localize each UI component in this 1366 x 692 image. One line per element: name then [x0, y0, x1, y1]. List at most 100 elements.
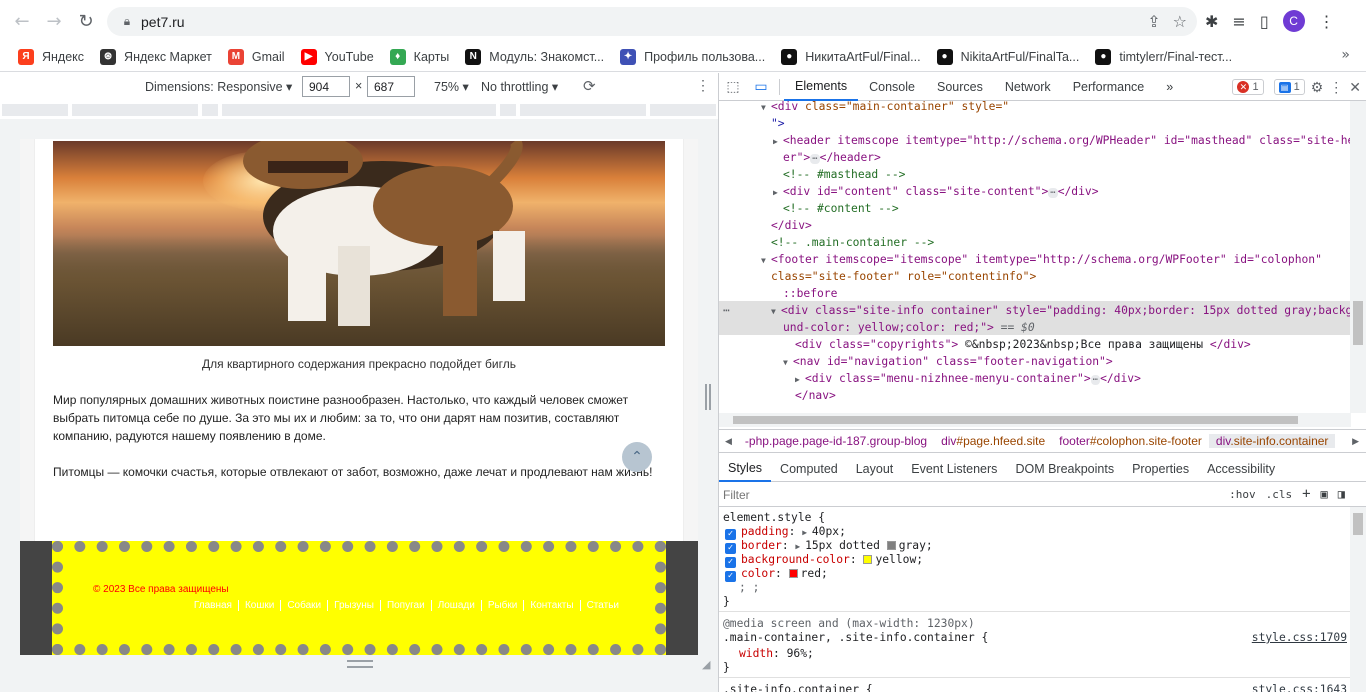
errors-badge[interactable]: ✕ 1	[1232, 79, 1264, 95]
height-input[interactable]	[367, 76, 415, 97]
footer-nav-link[interactable]: Кошки	[237, 600, 280, 611]
cls-toggle[interactable]: .cls	[1266, 488, 1293, 501]
bookmark-item[interactable]: ● timtylerr/Final-тест...	[1087, 44, 1240, 70]
dom-comment[interactable]: <!-- #content -->	[783, 200, 899, 217]
dom-line[interactable]: ▶ <div id="content" class="site-content">…	[773, 183, 1099, 200]
resize-handle-right[interactable]	[705, 384, 711, 410]
extensions-icon[interactable]: ✱	[1205, 12, 1218, 31]
media-query-ruler[interactable]	[0, 101, 718, 119]
subtab-dom-breakpoints[interactable]: DOM Breakpoints	[1006, 456, 1123, 482]
close-icon[interactable]: ✕	[1349, 79, 1361, 96]
breadcrumb-left-icon[interactable]: ◀	[719, 436, 738, 447]
bookmark-item[interactable]: ♦ Карты	[382, 44, 458, 70]
dom-vertical-scrollbar[interactable]	[1350, 101, 1366, 413]
rule3-source-link[interactable]: style.css:1643	[1252, 683, 1347, 692]
subtab-properties[interactable]: Properties	[1123, 456, 1198, 482]
width-input[interactable]	[302, 76, 350, 97]
sidebar-toggle-icon[interactable]: ◨	[1338, 487, 1345, 501]
subtab-computed[interactable]: Computed	[771, 456, 847, 482]
footer-nav-link[interactable]: Рыбки	[480, 600, 524, 611]
dom-line[interactable]: ▶ <div class="menu-nizhnee-menyu-containe…	[795, 370, 1141, 387]
lock-icon[interactable]: 🔒︎	[113, 14, 141, 29]
breadcrumb-item[interactable]: footer#colophon.site-footer	[1052, 434, 1209, 448]
dom-line[interactable]: ▼ <nav id="navigation" class="footer-navi…	[783, 353, 1113, 370]
bookmarks-overflow-icon[interactable]: »	[1341, 47, 1350, 63]
share-icon[interactable]: ⇪	[1147, 12, 1160, 31]
footer-nav-link[interactable]: Контакты	[523, 600, 579, 611]
dom-line[interactable]: ▶ <header itemscope itemtype="http://sche…	[773, 132, 1351, 149]
messages-badge[interactable]: ▤ 1	[1273, 79, 1305, 95]
breadcrumb-item[interactable]: div.site-info.container	[1208, 434, 1336, 448]
breadcrumb-right-icon[interactable]: ▶	[1352, 436, 1359, 447]
bookmark-star-icon[interactable]: ☆	[1173, 12, 1187, 31]
dom-line[interactable]: ">	[771, 115, 785, 132]
color-swatch[interactable]	[788, 569, 798, 578]
expand-arrow-icon[interactable]: ▶	[795, 542, 805, 551]
footer-nav-link[interactable]: Главная	[188, 600, 238, 611]
device-options-icon[interactable]: ⋮	[696, 77, 710, 94]
resize-corner-icon[interactable]: ◢	[702, 658, 714, 671]
reload-icon[interactable]: ↻	[70, 5, 102, 37]
hov-toggle[interactable]: :hov	[1229, 488, 1256, 501]
styles-vertical-scrollbar[interactable]	[1350, 507, 1366, 692]
color-swatch[interactable]	[886, 541, 896, 550]
inspect-element-icon[interactable]: ⬚	[719, 73, 747, 101]
back-arrow-icon[interactable]: ←	[6, 5, 38, 37]
bookmark-item[interactable]: ⊛ Яндекс Маркет	[92, 44, 220, 70]
dom-horizontal-scrollbar[interactable]	[719, 413, 1351, 427]
devtools-menu-icon[interactable]: ⋮	[1329, 79, 1343, 96]
dom-line[interactable]: <div class="copyrights"> ©&nbsp;2023&nbs…	[795, 336, 1251, 353]
element-style-selector[interactable]: element.style {	[723, 511, 825, 525]
dom-line[interactable]: er"> ⋯ </header>	[783, 149, 881, 166]
dom-line[interactable]: </div>	[771, 217, 812, 234]
subtab-event-listeners[interactable]: Event Listeners	[902, 456, 1006, 482]
dom-comment[interactable]: <!-- .main-container -->	[771, 234, 934, 251]
color-format-icon[interactable]: ▣	[1321, 487, 1328, 501]
devtools-tab-network[interactable]: Network	[994, 73, 1062, 101]
bookmark-item[interactable]: ● НикитаArtFul/Final...	[773, 44, 928, 70]
bookmark-item[interactable]: N Модуль: Знакомст...	[457, 44, 612, 70]
rotate-icon[interactable]: ⟳	[583, 77, 596, 95]
subtab-layout[interactable]: Layout	[847, 456, 903, 482]
bookmark-item[interactable]: ▶ YouTube	[293, 44, 382, 70]
footer-nav-link[interactable]: Статьи	[579, 600, 625, 611]
footer-nav-link[interactable]: Попугаи	[379, 600, 431, 611]
dom-line-selected[interactable]: ▼ <div class="site-info container" style=…	[771, 302, 1351, 319]
subtab-styles[interactable]: Styles	[719, 456, 772, 482]
device-toggle-icon[interactable]: ▭	[747, 73, 775, 101]
style-property-border[interactable]: ✓ border: ▶ 15px dotted gray;	[725, 539, 933, 554]
dom-ellipsis-icon[interactable]: ⋯	[723, 302, 730, 319]
media-control-icon[interactable]: ≡	[1232, 12, 1245, 31]
color-swatch[interactable]	[863, 555, 873, 564]
rule2-source-link[interactable]: style.css:1709	[1252, 631, 1347, 645]
bookmark-item[interactable]: ✦ Профиль пользова...	[612, 44, 773, 70]
bookmark-item[interactable]: M Gmail	[220, 44, 293, 70]
bookmark-item[interactable]: Я Яндекс	[10, 44, 92, 70]
rule3-selector[interactable]: .site-info.container {	[723, 683, 873, 692]
resize-handle-bottom[interactable]	[347, 660, 373, 668]
throttling-dropdown[interactable]: No throttling ▾	[481, 79, 558, 94]
dom-line-selected[interactable]: und-color: yellow;color: red;"> == $0	[783, 319, 1035, 336]
settings-gear-icon[interactable]: ⚙	[1311, 79, 1324, 96]
url-text[interactable]: pet7.ru	[141, 14, 185, 30]
scroll-to-top-button[interactable]: ⌃	[622, 442, 652, 472]
address-bar[interactable]: 🔒︎ pet7.ru ⇪ ☆	[107, 7, 1197, 36]
breadcrumb-item[interactable]: -php.page.page-id-187.group-blog	[738, 434, 934, 448]
dom-line[interactable]: ▼ <div class="main-container" style="	[761, 101, 1009, 115]
avatar[interactable]: C	[1282, 10, 1305, 32]
footer-nav-link[interactable]: Грызуны	[327, 600, 380, 611]
style-property-color[interactable]: ✓ color: red;	[725, 567, 828, 582]
style-property-padding[interactable]: ✓ padding: ▶ 40px;	[725, 525, 846, 540]
side-panel-icon[interactable]: ▯	[1260, 12, 1269, 31]
zoom-dropdown[interactable]: 75% ▾	[434, 79, 469, 94]
style-property-background-color[interactable]: ✓ background-color: yellow;	[725, 553, 923, 568]
media-query[interactable]: @media screen and (max-width: 1230px)	[723, 617, 975, 631]
style-semi[interactable]: ; ;	[739, 581, 759, 595]
dom-line[interactable]: class="site-footer" role="contentinfo">	[771, 268, 1036, 285]
footer-nav-link[interactable]: Собаки	[280, 600, 327, 611]
devtools-tab-elements[interactable]: Elements	[784, 73, 859, 101]
rule2-property[interactable]: width: 96%;	[739, 647, 814, 661]
dom-line[interactable]: ▼ <footer itemscope="itemscope" itemtype=…	[761, 251, 1322, 268]
breadcrumb-item[interactable]: div#page.hfeed.site	[934, 434, 1052, 448]
dimensions-dropdown[interactable]: Dimensions: Responsive ▾	[145, 79, 292, 94]
